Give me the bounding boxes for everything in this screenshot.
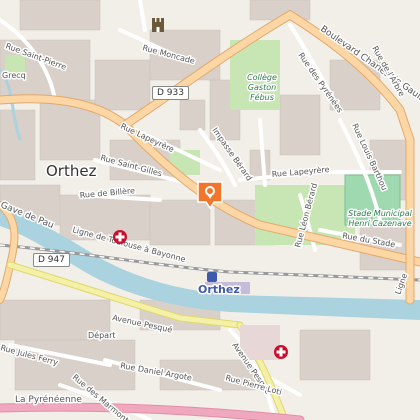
label-stade-2: Henri Cazenave — [348, 219, 411, 228]
station-icon[interactable] — [207, 272, 217, 282]
label-depart: Départ — [88, 330, 116, 340]
station-label: Orthez — [198, 283, 240, 296]
label-rue-lapeyrere-east: Rue Lapeyrère — [271, 164, 330, 179]
map-canvas[interactable]: Rue Moncade Boulevard Charles de Gaulle … — [0, 0, 420, 420]
map-view[interactable]: Rue Moncade Boulevard Charles de Gaulle … — [0, 0, 420, 420]
route-shield-d933: D 933 — [152, 86, 189, 100]
monument-icon[interactable] — [152, 18, 164, 32]
city-label: Orthez — [46, 162, 97, 180]
label-college-1: Collège — [247, 72, 277, 82]
label-college-3: Fébus — [250, 92, 274, 102]
label-stade-1: Stade Municipal — [348, 209, 413, 218]
label-grecq: Grecq — [2, 71, 26, 80]
pharmacy-icon[interactable] — [274, 345, 288, 359]
route-shield-d947: D 947 — [33, 253, 70, 267]
label-college-2: Gaston — [248, 83, 276, 92]
label-la-pyreneenne: La Pyrénéenne — [15, 394, 82, 405]
pharmacy-icon[interactable] — [113, 230, 127, 244]
